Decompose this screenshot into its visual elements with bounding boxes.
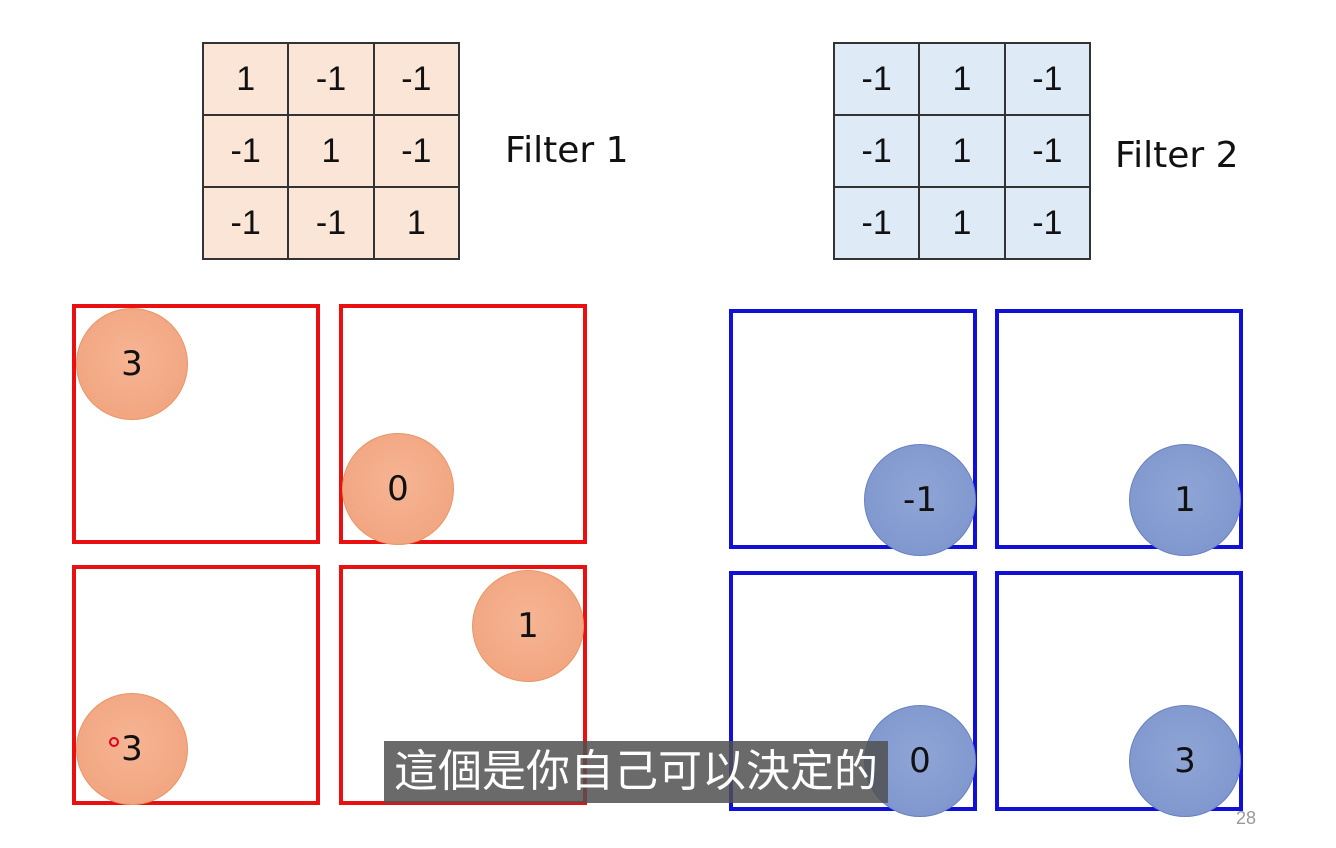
filter-1-cell: -1 — [373, 43, 459, 115]
filter-2-cell: -1 — [1004, 43, 1090, 115]
filter-1-cell: -1 — [373, 115, 459, 187]
filter-1-cell: -1 — [203, 187, 289, 259]
filter-1-cell: 1 — [373, 187, 459, 259]
red-value-circle: 1 — [472, 570, 584, 682]
blue-value-circle: 1 — [1129, 444, 1241, 556]
filter-1-cell: -1 — [288, 43, 374, 115]
blue-value-circle: -1 — [864, 444, 976, 556]
filter-2-cell: -1 — [1004, 115, 1090, 187]
filter-2-cell: -1 — [834, 115, 920, 187]
filter-2-cell: -1 — [834, 187, 920, 259]
filter-1-cell: -1 — [203, 115, 289, 187]
red-value-circle: 3 — [76, 308, 188, 420]
filter-2-cell: -1 — [834, 43, 920, 115]
filter-2-matrix: -1 1 -1 -1 1 -1 -1 1 -1 — [833, 42, 1091, 260]
filter-2-cell: 1 — [919, 115, 1005, 187]
page-number: 28 — [1236, 808, 1257, 828]
filter-1-matrix: 1 -1 -1 -1 1 -1 -1 -1 1 — [202, 42, 460, 260]
filter-1-label: Filter 1 — [505, 130, 629, 171]
filter-1-cell: 1 — [288, 115, 374, 187]
filter-1-cell: 1 — [203, 43, 289, 115]
filter-2-cell: 1 — [919, 43, 1005, 115]
red-value-circle: 0 — [342, 433, 454, 545]
filter-2-label: Filter 2 — [1115, 135, 1239, 176]
video-subtitle: 這個是你自己可以決定的 — [384, 741, 888, 803]
blue-value-circle: 3 — [1129, 705, 1241, 817]
filter-2-cell: 1 — [919, 187, 1005, 259]
filter-1-cell: -1 — [288, 187, 374, 259]
red-value-circle: 3 — [76, 693, 188, 805]
pointer-cursor-icon — [109, 737, 119, 747]
filter-2-cell: -1 — [1004, 187, 1090, 259]
